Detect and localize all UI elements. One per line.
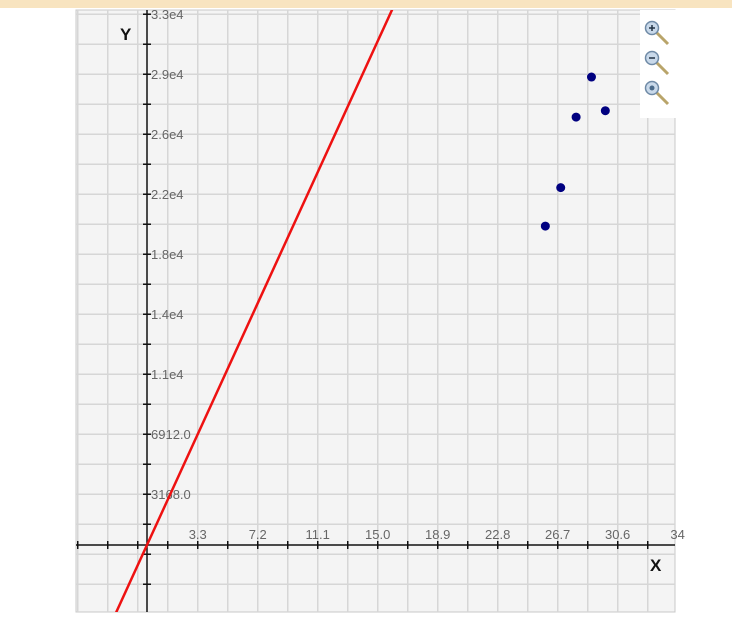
y-tick-label: 1.1e4 xyxy=(151,367,184,382)
scatter-plot[interactable]: 3.37.211.115.018.922.826.730.6343168.069… xyxy=(0,0,732,618)
y-tick-label: 2.2e4 xyxy=(151,187,184,202)
x-tick-label: 3.3 xyxy=(189,527,207,542)
y-tick-label: 2.6e4 xyxy=(151,127,184,142)
data-point[interactable] xyxy=(571,112,581,122)
x-tick-label: 18.9 xyxy=(425,527,450,542)
y-tick-label: 1.4e4 xyxy=(151,307,184,322)
x-tick-label: 11.1 xyxy=(306,527,330,542)
y-tick-label: 3.3e4 xyxy=(151,7,184,22)
y-axis-label: Y xyxy=(120,25,132,44)
x-axis-label: X xyxy=(650,556,662,575)
reset-dot xyxy=(649,85,655,91)
x-tick-label: 26.7 xyxy=(545,527,570,542)
data-point[interactable] xyxy=(586,72,596,82)
data-point[interactable] xyxy=(540,221,550,231)
zoom-toolbar xyxy=(640,10,705,118)
data-point[interactable] xyxy=(600,106,610,116)
y-tick-label: 6912.0 xyxy=(151,427,191,442)
data-point[interactable] xyxy=(556,183,566,193)
y-tick-label: 2.9e4 xyxy=(151,67,184,82)
x-tick-label: 15.0 xyxy=(365,527,390,542)
x-tick-label: 7.2 xyxy=(249,527,267,542)
x-tick-label: 30.6 xyxy=(605,527,630,542)
x-tick-label: 22.8 xyxy=(485,527,510,542)
x-tick-label: 34 xyxy=(670,527,684,542)
y-tick-label: 1.8e4 xyxy=(151,247,184,262)
